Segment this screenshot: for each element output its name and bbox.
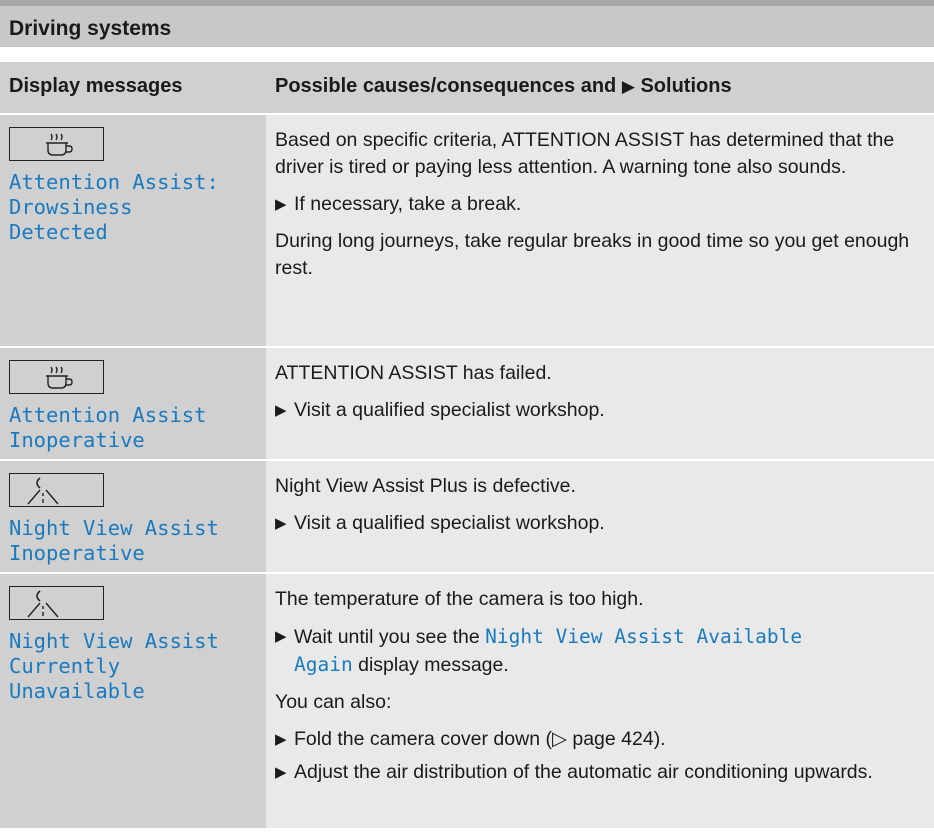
- display-message-reference: Again: [294, 653, 353, 676]
- solution-step: Adjust the air distribution of the autom…: [275, 759, 927, 786]
- solution-step: Wait until you see the Night View Assist…: [275, 623, 927, 679]
- column-header-causes-solutions: Possible causes/consequences and ▶ Solut…: [275, 75, 732, 98]
- table-row: Attention Assist: Drowsiness Detected Ba…: [0, 115, 934, 348]
- message-line: Night View Assist: [9, 629, 219, 653]
- solution-step: Fold the camera cover down (▷ page 424).: [275, 726, 927, 753]
- cause-text: ATTENTION ASSIST has failed.: [275, 362, 552, 384]
- message-line: Inoperative: [9, 541, 145, 565]
- message-line: Currently: [9, 654, 121, 678]
- solution-step: Visit a qualified specialist workshop.: [275, 510, 927, 537]
- causes-solutions-cell: The temperature of the camera is too hig…: [266, 574, 934, 828]
- coffee-cup-icon: [9, 127, 104, 161]
- cause-text: The temperature of the camera is too hig…: [275, 588, 644, 610]
- solution-step: If necessary, take a break.: [275, 191, 927, 218]
- display-message-text: Night View Assist Inoperative: [9, 516, 219, 566]
- night-view-icon: [9, 473, 104, 507]
- causes-solutions-cell: Based on specific criteria, ATTENTION AS…: [266, 115, 934, 346]
- display-message-text: Night View Assist Currently Unavailable: [9, 629, 219, 704]
- causes-solutions-cell: ATTENTION ASSIST has failed. Visit a qua…: [266, 348, 934, 459]
- section-title: Driving systems: [9, 17, 172, 40]
- message-line: Night View Assist: [9, 516, 219, 540]
- message-line: Detected: [9, 220, 108, 244]
- table-row: Attention Assist Inoperative ATTENTION A…: [0, 348, 934, 461]
- display-message-cell: Attention Assist Inoperative: [0, 348, 266, 459]
- display-messages-table: Display messages Possible causes/consequ…: [0, 62, 934, 830]
- display-message-cell: Night View Assist Inoperative: [0, 461, 266, 572]
- display-message-text: Attention Assist Inoperative: [9, 403, 206, 453]
- display-message-cell: Night View Assist Currently Unavailable: [0, 574, 266, 828]
- step-text: Wait until you see the: [294, 626, 480, 648]
- column-header-suffix: Solutions: [640, 75, 732, 97]
- cause-text: Night View Assist Plus is defective.: [275, 475, 576, 497]
- message-line: Drowsiness: [9, 195, 133, 219]
- cause-text: Based on specific criteria, ATTENTION AS…: [275, 129, 895, 178]
- solution-step: Visit a qualified specialist workshop.: [275, 397, 927, 424]
- message-line: Unavailable: [9, 679, 145, 703]
- display-message-reference: Night View Assist Available: [485, 625, 803, 648]
- causes-solutions-cell: Night View Assist Plus is defective. Vis…: [266, 461, 934, 572]
- display-message-text: Attention Assist: Drowsiness Detected: [9, 170, 219, 245]
- section-header: Driving systems: [0, 0, 934, 47]
- message-line: Inoperative: [9, 428, 145, 452]
- night-view-icon: [9, 586, 104, 620]
- column-header-display-messages: Display messages: [9, 75, 183, 97]
- solution-arrow-icon: ▶: [621, 77, 635, 96]
- table-header-row: Display messages Possible causes/consequ…: [0, 62, 934, 115]
- step-text: display message.: [358, 654, 509, 676]
- note-text: You can also:: [275, 691, 392, 713]
- column-header-prefix: Possible causes/consequences and: [275, 75, 617, 97]
- note-text: During long journeys, take regular break…: [275, 230, 910, 279]
- table-row: Night View Assist Inoperative Night View…: [0, 461, 934, 574]
- table-row: Night View Assist Currently Unavailable …: [0, 574, 934, 830]
- display-message-cell: Attention Assist: Drowsiness Detected: [0, 115, 266, 346]
- message-line: Attention Assist: [9, 403, 207, 427]
- message-line: Attention Assist:: [9, 170, 219, 194]
- coffee-cup-icon: [9, 360, 104, 394]
